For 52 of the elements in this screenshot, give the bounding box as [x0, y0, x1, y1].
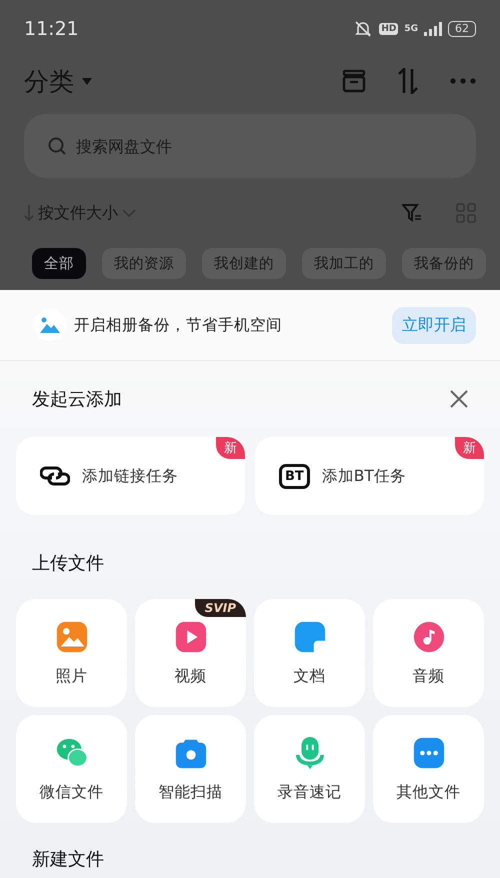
- upload-tile[interactable]: 微信文件: [16, 715, 127, 823]
- dropdown-caret-icon[interactable]: [82, 78, 92, 84]
- arrow-down-icon: [24, 205, 34, 221]
- search-field[interactable]: 搜索网盘文件: [24, 114, 476, 178]
- signal-icon: [424, 22, 442, 36]
- upload-tile[interactable]: 照片: [16, 599, 127, 707]
- music-note-icon: [412, 620, 446, 654]
- network-type: 5G: [404, 24, 418, 34]
- upload-tile[interactable]: 文档: [254, 599, 365, 707]
- tile-label: 视频: [174, 666, 206, 686]
- filter-icon[interactable]: [402, 204, 422, 222]
- upload-tile[interactable]: 智能扫描: [135, 715, 246, 823]
- more-icon: [412, 736, 446, 770]
- task-card[interactable]: 添加链接任务 新: [16, 437, 245, 515]
- battery-level: 62: [448, 21, 476, 37]
- bt-icon: BT: [279, 464, 310, 488]
- tile-label: 照片: [56, 666, 88, 686]
- tile-label: 音频: [412, 666, 444, 686]
- close-icon[interactable]: [450, 390, 468, 408]
- backup-prompt: 开启相册备份，节省手机空间: [74, 314, 283, 336]
- hd-indicator: HD: [379, 23, 398, 35]
- section-heading: 上传文件: [32, 552, 104, 575]
- tile-label: 录音速记: [278, 782, 342, 802]
- filter-chip[interactable]: 全部: [32, 248, 86, 279]
- tile-label: 智能扫描: [158, 782, 222, 802]
- more-icon[interactable]: [450, 78, 476, 84]
- upload-tile[interactable]: 音频: [373, 599, 484, 707]
- task-label: 添加链接任务: [82, 466, 178, 486]
- play-icon: [174, 620, 208, 654]
- tile-label: 微信文件: [40, 782, 104, 802]
- grid-view-icon[interactable]: [456, 203, 476, 223]
- task-label: 添加BT任务: [322, 466, 406, 486]
- new-badge: 新: [455, 437, 484, 459]
- photo-icon: [54, 620, 88, 654]
- upload-tile[interactable]: 录音速记: [254, 715, 365, 823]
- svip-badge: SVIP: [194, 599, 246, 617]
- section-heading: 发起云添加: [32, 388, 122, 411]
- tile-label: 其他文件: [396, 782, 460, 802]
- document-icon: [292, 620, 326, 654]
- upload-tile[interactable]: SVIP 视频: [135, 599, 246, 707]
- link-icon: [40, 465, 70, 487]
- cloud-mountain-icon: [40, 317, 60, 333]
- chevron-down-icon: [122, 209, 136, 217]
- tile-label: 文档: [294, 666, 326, 686]
- search-icon: [48, 137, 66, 155]
- new-badge: 新: [216, 437, 245, 459]
- upload-tile[interactable]: 其他文件: [373, 715, 484, 823]
- status-time: 11:21: [24, 18, 79, 40]
- archive-box-icon[interactable]: [342, 69, 366, 93]
- section-heading: 新建文件: [32, 848, 104, 871]
- task-card[interactable]: BT 添加BT任务 新: [255, 437, 484, 515]
- bell-off-icon: [353, 20, 374, 38]
